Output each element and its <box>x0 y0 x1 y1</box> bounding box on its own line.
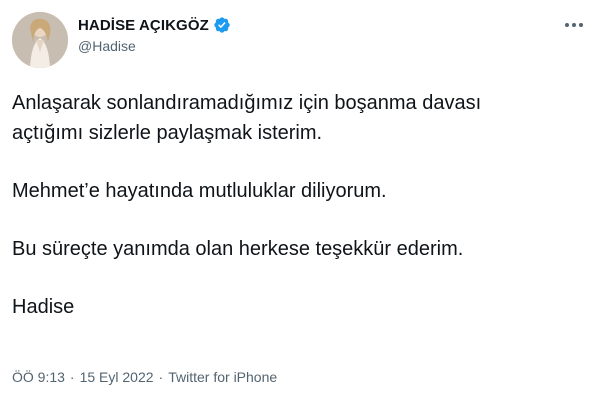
tweet-paragraph: Anlaşarak sonlandıramadığımız için boşan… <box>12 92 482 144</box>
tweet-date[interactable]: 15 Eyl 2022 <box>80 369 154 385</box>
avatar[interactable] <box>12 12 68 68</box>
author-name-row: HADİSE AÇIKGÖZ <box>78 15 231 35</box>
tweet-card: HADİSE AÇIKGÖZ @Hadise Anlaşarak sonland… <box>0 0 600 400</box>
meta-separator: · <box>158 369 164 385</box>
verified-badge-icon <box>213 16 231 34</box>
more-options-button[interactable] <box>558 12 590 38</box>
meta-separator: · <box>69 369 75 385</box>
author-display-name[interactable]: HADİSE AÇIKGÖZ <box>78 17 209 34</box>
tweet-source[interactable]: Twitter for iPhone <box>168 369 277 385</box>
tweet-text: Anlaşarak sonlandıramadığımız için boşan… <box>12 88 588 322</box>
tweet-meta: ÖÖ 9:13 · 15 Eyl 2022 · Twitter for iPho… <box>12 369 277 385</box>
more-options-icon <box>565 23 583 27</box>
tweet-paragraph: Mehmet’e hayatında mutluluklar diliyorum… <box>12 180 387 202</box>
tweet-paragraph: Hadise <box>12 296 75 318</box>
author-handle[interactable]: @Hadise <box>78 38 231 54</box>
avatar-image <box>12 12 68 68</box>
tweet-time[interactable]: ÖÖ 9:13 <box>12 369 65 385</box>
tweet-paragraph: Bu süreçte yanımda olan herkese teşekkür… <box>12 238 464 260</box>
author-block: HADİSE AÇIKGÖZ @Hadise <box>78 15 231 54</box>
